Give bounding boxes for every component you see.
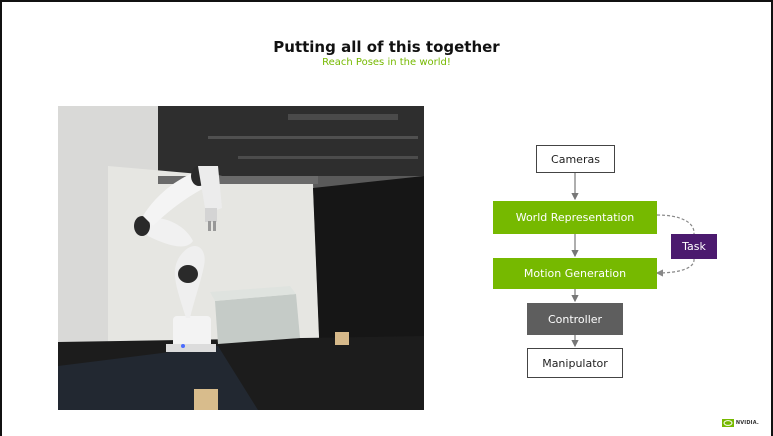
dashed-arrow-task-to-motion <box>655 258 695 277</box>
controller-node: Controller <box>527 303 623 335</box>
motion-generation-node: Motion Generation <box>493 258 657 289</box>
dashed-arrow-task-to-world <box>650 211 695 235</box>
nvidia-logo: NVIDIA. <box>721 419 759 427</box>
manipulator-node: Manipulator <box>527 348 623 378</box>
nvidia-eye-icon <box>721 419 734 427</box>
task-node: Task <box>671 234 717 259</box>
world-representation-node: World Representation <box>493 201 657 234</box>
flow-connectors <box>571 173 695 348</box>
cameras-node: Cameras <box>536 145 615 173</box>
nvidia-logo-text: NVIDIA. <box>735 420 759 426</box>
